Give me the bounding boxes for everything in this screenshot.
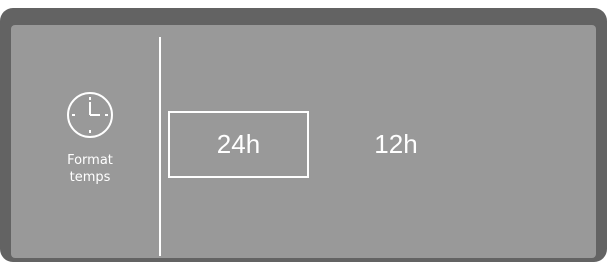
display-screen: Format temps 24h 12h xyxy=(11,25,596,258)
device-bezel: Format temps 24h 12h xyxy=(0,8,607,262)
option-12h[interactable]: 12h xyxy=(341,111,451,178)
time-format-menu-item: Format temps xyxy=(11,25,159,258)
option-24h[interactable]: 24h xyxy=(168,111,309,178)
vertical-divider xyxy=(159,37,161,256)
menu-label: Format temps xyxy=(41,152,139,186)
option-12h-label: 12h xyxy=(374,129,418,159)
clock-icon xyxy=(67,92,113,138)
option-24h-label: 24h xyxy=(216,129,261,159)
menu-label-line2: temps xyxy=(69,170,111,185)
menu-label-line1: Format xyxy=(67,153,113,168)
